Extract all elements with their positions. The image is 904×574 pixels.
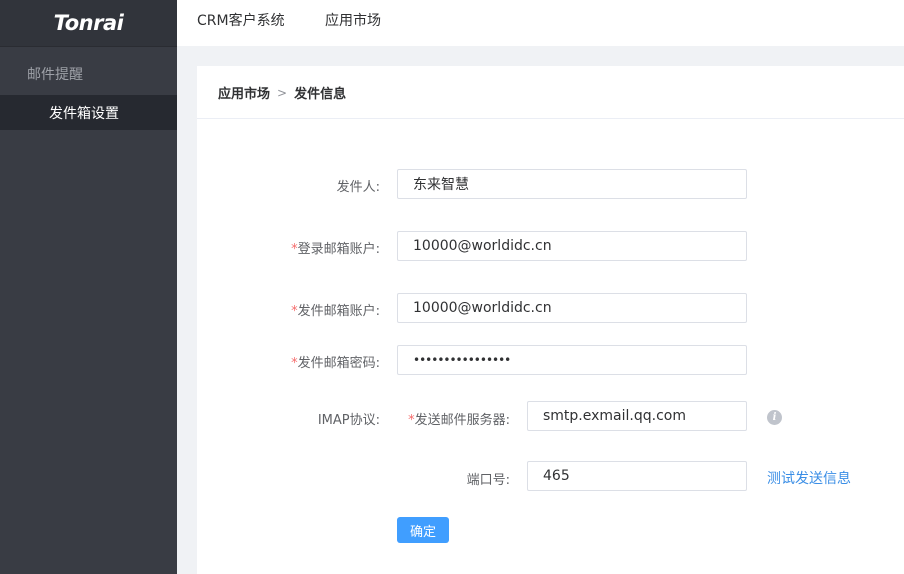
sidebar: Tonrai 邮件提醒 发件箱设置 [0,0,177,574]
login-account-input[interactable] [397,231,747,261]
sender-label: 发件人: [336,180,380,195]
breadcrumb-app-market[interactable]: 应用市场 [218,83,270,102]
port-label: 端口号: [466,473,510,488]
smtp-server-input[interactable] [527,401,747,431]
card-divider [197,118,904,119]
confirm-button[interactable]: 确定 [397,517,450,543]
brand-logo[interactable]: Tonrai [0,0,177,47]
send-account-label-text: 发件邮箱账户: [297,304,380,319]
smtp-server-label: *发送邮件服务器: [408,409,510,428]
send-password-input[interactable]: •••••••••••••••• [397,345,747,375]
send-account-input[interactable] [397,293,747,323]
nav-item-crm[interactable]: CRM客户系统 [197,0,285,46]
send-password-label: *发件邮箱密码: [291,352,380,371]
info-icon[interactable]: i [767,410,782,425]
send-account-label: *发件邮箱账户: [291,300,380,319]
login-account-label-text: 登录邮箱账户: [297,242,380,257]
top-nav: CRM客户系统 应用市场 [177,0,904,46]
sender-input[interactable] [397,169,747,199]
login-account-label: *登录邮箱账户: [291,238,380,257]
smtp-server-label-text: 发送邮件服务器: [414,413,510,428]
port-input[interactable] [527,461,747,491]
breadcrumb-separator-icon: > [277,85,288,100]
imap-label: IMAP协议: [317,413,380,428]
main-card: 应用市场 > 发件信息 发件人: *登录邮箱账户: *发件邮箱账户: *发件邮箱… [197,66,904,574]
test-send-link[interactable]: 测试发送信息 [767,468,851,488]
sidebar-item-outbox-settings[interactable]: 发件箱设置 [0,95,177,130]
sidebar-item-label: 发件箱设置 [49,105,119,122]
sidebar-group-mail-reminder: 邮件提醒 [27,67,83,83]
breadcrumb: 应用市场 > 发件信息 [218,83,347,103]
nav-item-app-market[interactable]: 应用市场 [325,0,381,46]
breadcrumb-current: 发件信息 [294,87,347,102]
send-password-label-text: 发件邮箱密码: [297,356,380,371]
